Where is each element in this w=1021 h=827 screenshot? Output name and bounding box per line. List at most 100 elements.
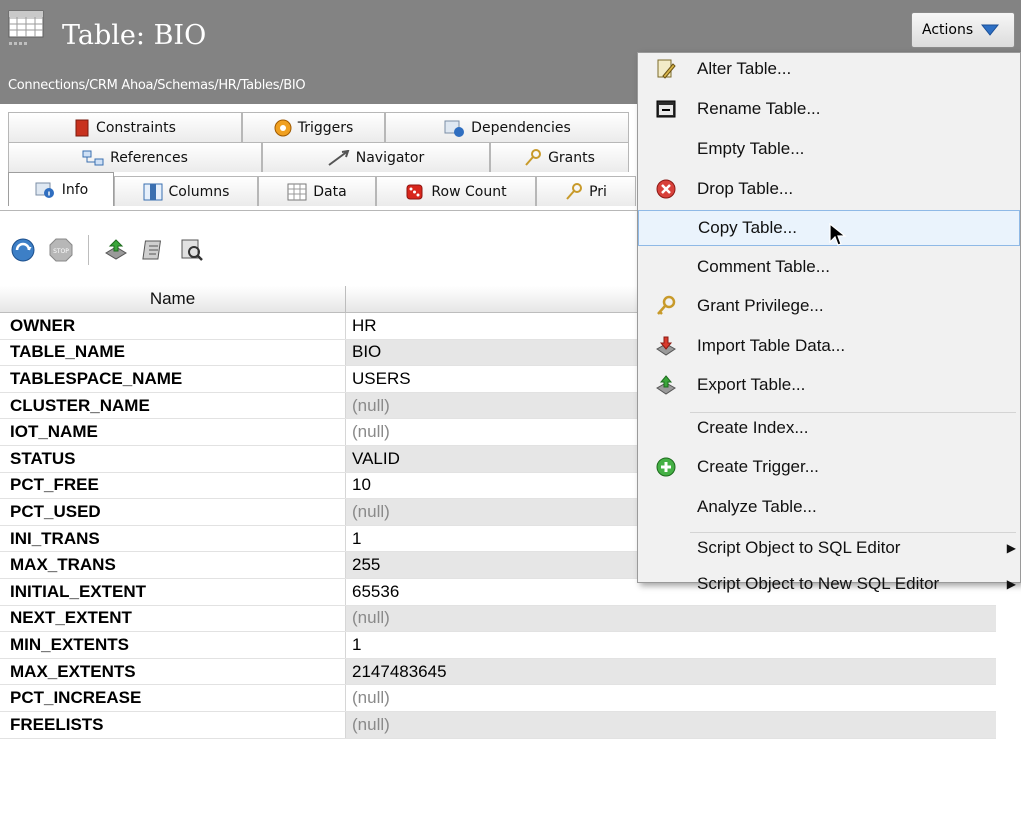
property-value-cell: (null) <box>346 711 996 738</box>
tab-label: Info <box>61 181 89 198</box>
stop-icon[interactable]: STOP <box>46 235 76 265</box>
grants-key-icon <box>525 148 542 166</box>
table-row[interactable]: PCT_INCREASE (null) <box>0 685 996 712</box>
tab-privileges[interactable]: Pri <box>536 176 636 206</box>
property-name-cell: INITIAL_EXTENT <box>0 578 346 605</box>
menu-item-script-object-to-sql-editor[interactable]: Script Object to SQL Editor ▶ <box>638 530 1020 566</box>
page-title: Table: BIO <box>62 20 207 51</box>
menu-item-rename-table[interactable]: Rename Table... <box>638 91 1020 127</box>
menu-item-label: Alter Table... <box>697 59 792 78</box>
property-name-cell: MAX_TRANS <box>0 552 346 578</box>
chevron-down-icon <box>981 24 1000 36</box>
tab-info[interactable]: Info <box>8 172 114 206</box>
property-name-cell: OWNER <box>0 313 346 339</box>
property-name-cell: NEXT_EXTENT <box>0 605 346 632</box>
menu-item-drop-table[interactable]: Drop Table... <box>638 171 1020 207</box>
menu-item-grant-privilege[interactable]: Grant Privilege... <box>638 288 1020 324</box>
column-header-name[interactable]: Name <box>0 286 346 312</box>
property-name-cell: TABLE_NAME <box>0 339 346 366</box>
menu-item-empty-table[interactable]: Empty Table... <box>638 131 1020 167</box>
toolbar: STOP <box>8 230 207 270</box>
triggers-icon <box>274 119 292 136</box>
tab-data[interactable]: Data <box>258 176 376 206</box>
tab-triggers[interactable]: Triggers <box>242 112 385 142</box>
menu-item-import-table-data[interactable]: Import Table Data... <box>638 328 1020 364</box>
menu-item-analyze-table[interactable]: Analyze Table... <box>638 489 1020 525</box>
menu-item-label: Drop Table... <box>697 179 794 198</box>
table-row[interactable]: NEXT_EXTENT (null) <box>0 605 996 633</box>
property-value-cell: (null) <box>346 605 996 632</box>
tab-constraints[interactable]: Constraints <box>8 112 242 142</box>
property-name-cell: STATUS <box>0 445 346 472</box>
tab-dependencies[interactable]: Dependencies <box>385 112 629 142</box>
drop-table-icon <box>654 177 678 201</box>
property-name-cell: CLUSTER_NAME <box>0 392 346 419</box>
tab-label: Triggers <box>297 119 354 136</box>
tab-references[interactable]: References <box>8 142 262 172</box>
columns-icon <box>143 183 163 200</box>
tab-row-1: Constraints Triggers Dependencies <box>8 112 629 142</box>
breadcrumb: Connections/CRM Ahoa/Schemas/HR/Tables/B… <box>8 78 306 93</box>
table-row[interactable]: FREELISTS (null) <box>0 711 996 739</box>
tab-row-count[interactable]: Row Count <box>376 176 536 206</box>
actions-menu: Alter Table... Rename Table... Empty Table… <box>637 51 1021 593</box>
property-name-cell: INI_TRANS <box>0 525 346 552</box>
info-icon <box>35 182 54 198</box>
menu-item-label: Comment Table... <box>697 257 830 276</box>
constraints-icon <box>75 119 89 136</box>
menu-item-label: Script Object to SQL Editor <box>697 538 901 557</box>
menu-item-alter-table[interactable]: Alter Table... <box>638 51 1020 87</box>
menu-separator <box>690 412 1016 413</box>
property-value-cell: (null) <box>352 688 390 708</box>
refresh-icon[interactable] <box>8 235 38 265</box>
dependencies-icon <box>444 120 465 137</box>
menu-item-label: Grant Privilege... <box>697 296 824 315</box>
property-name-cell: TABLESPACE_NAME <box>0 366 346 392</box>
tab-label: Data <box>313 183 347 200</box>
tab-label: Pri <box>589 183 607 200</box>
menu-item-create-trigger[interactable]: Create Trigger... <box>638 449 1020 485</box>
find-icon[interactable] <box>177 235 207 265</box>
table-row[interactable]: MIN_EXTENTS 1 <box>0 632 996 659</box>
tab-label: Grants <box>548 149 595 166</box>
tab-label: Row Count <box>431 183 507 200</box>
property-value-cell: 2147483645 <box>346 658 996 685</box>
row-count-icon <box>406 184 423 199</box>
menu-item-create-index[interactable]: Create Index... <box>638 410 1020 446</box>
actions-button[interactable]: Actions <box>911 12 1015 48</box>
tab-label: Navigator <box>355 149 425 166</box>
tab-label: Constraints <box>96 119 176 136</box>
table-icon <box>8 10 46 50</box>
property-name-cell: IOT_NAME <box>0 419 346 445</box>
menu-item-comment-table[interactable]: Comment Table... <box>638 249 1020 285</box>
rename-table-icon <box>654 97 678 121</box>
tab-label: Dependencies <box>471 119 571 136</box>
grant-key-icon <box>654 294 678 318</box>
menu-item-label: Empty Table... <box>697 139 805 158</box>
tab-navigator[interactable]: Navigator <box>262 142 490 172</box>
menu-item-label: Create Index... <box>697 418 809 437</box>
tab-label: Columns <box>168 183 230 200</box>
menu-item-label: Analyze Table... <box>697 497 817 516</box>
data-grid-icon <box>287 183 307 200</box>
property-name-cell: PCT_INCREASE <box>0 685 346 711</box>
references-icon <box>82 150 104 165</box>
property-name-cell: PCT_FREE <box>0 472 346 499</box>
tab-row-2: References Navigator Grants <box>8 142 629 172</box>
svg-text:STOP: STOP <box>53 248 69 255</box>
menu-item-export-table[interactable]: Export Table... <box>638 367 1020 403</box>
import-icon <box>654 334 678 358</box>
submenu-arrow-icon: ▶ <box>1006 541 1016 555</box>
menu-item-label: Copy Table... <box>698 218 797 237</box>
menu-item-label: Create Trigger... <box>697 457 819 476</box>
export-icon[interactable] <box>101 235 131 265</box>
table-row[interactable]: MAX_EXTENTS 2147483645 <box>0 658 996 686</box>
menu-item-label: Script Object to New SQL Editor <box>697 574 940 593</box>
menu-item-script-object-to-new-sql-editor[interactable]: Script Object to New SQL Editor ▶ <box>638 566 1020 602</box>
script-icon[interactable] <box>139 235 169 265</box>
tab-grants[interactable]: Grants <box>490 142 629 172</box>
tab-columns[interactable]: Columns <box>114 176 258 206</box>
submenu-arrow-icon: ▶ <box>1006 577 1016 591</box>
actions-label: Actions <box>922 22 974 38</box>
navigator-icon <box>328 149 350 166</box>
